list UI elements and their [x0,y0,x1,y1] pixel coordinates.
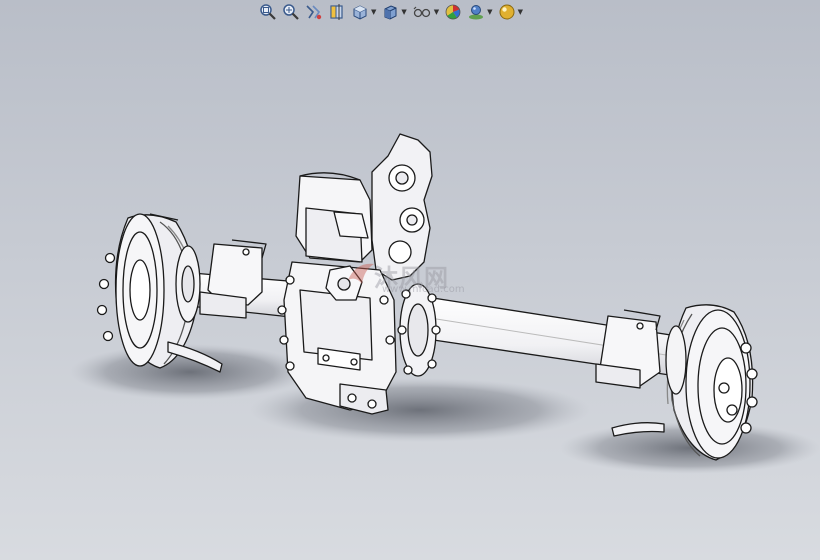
right-hub-flange [665,325,687,395]
right-spring-bracket [595,309,661,389]
rear-axle-model[interactable] [0,0,820,560]
graphics-viewport[interactable]: ▼ ▼ ▼ ▼ ▼ 沐风网 www.mfcad.com [0,0,820,560]
left-hub-flange [175,245,201,323]
center-flange [397,283,441,377]
